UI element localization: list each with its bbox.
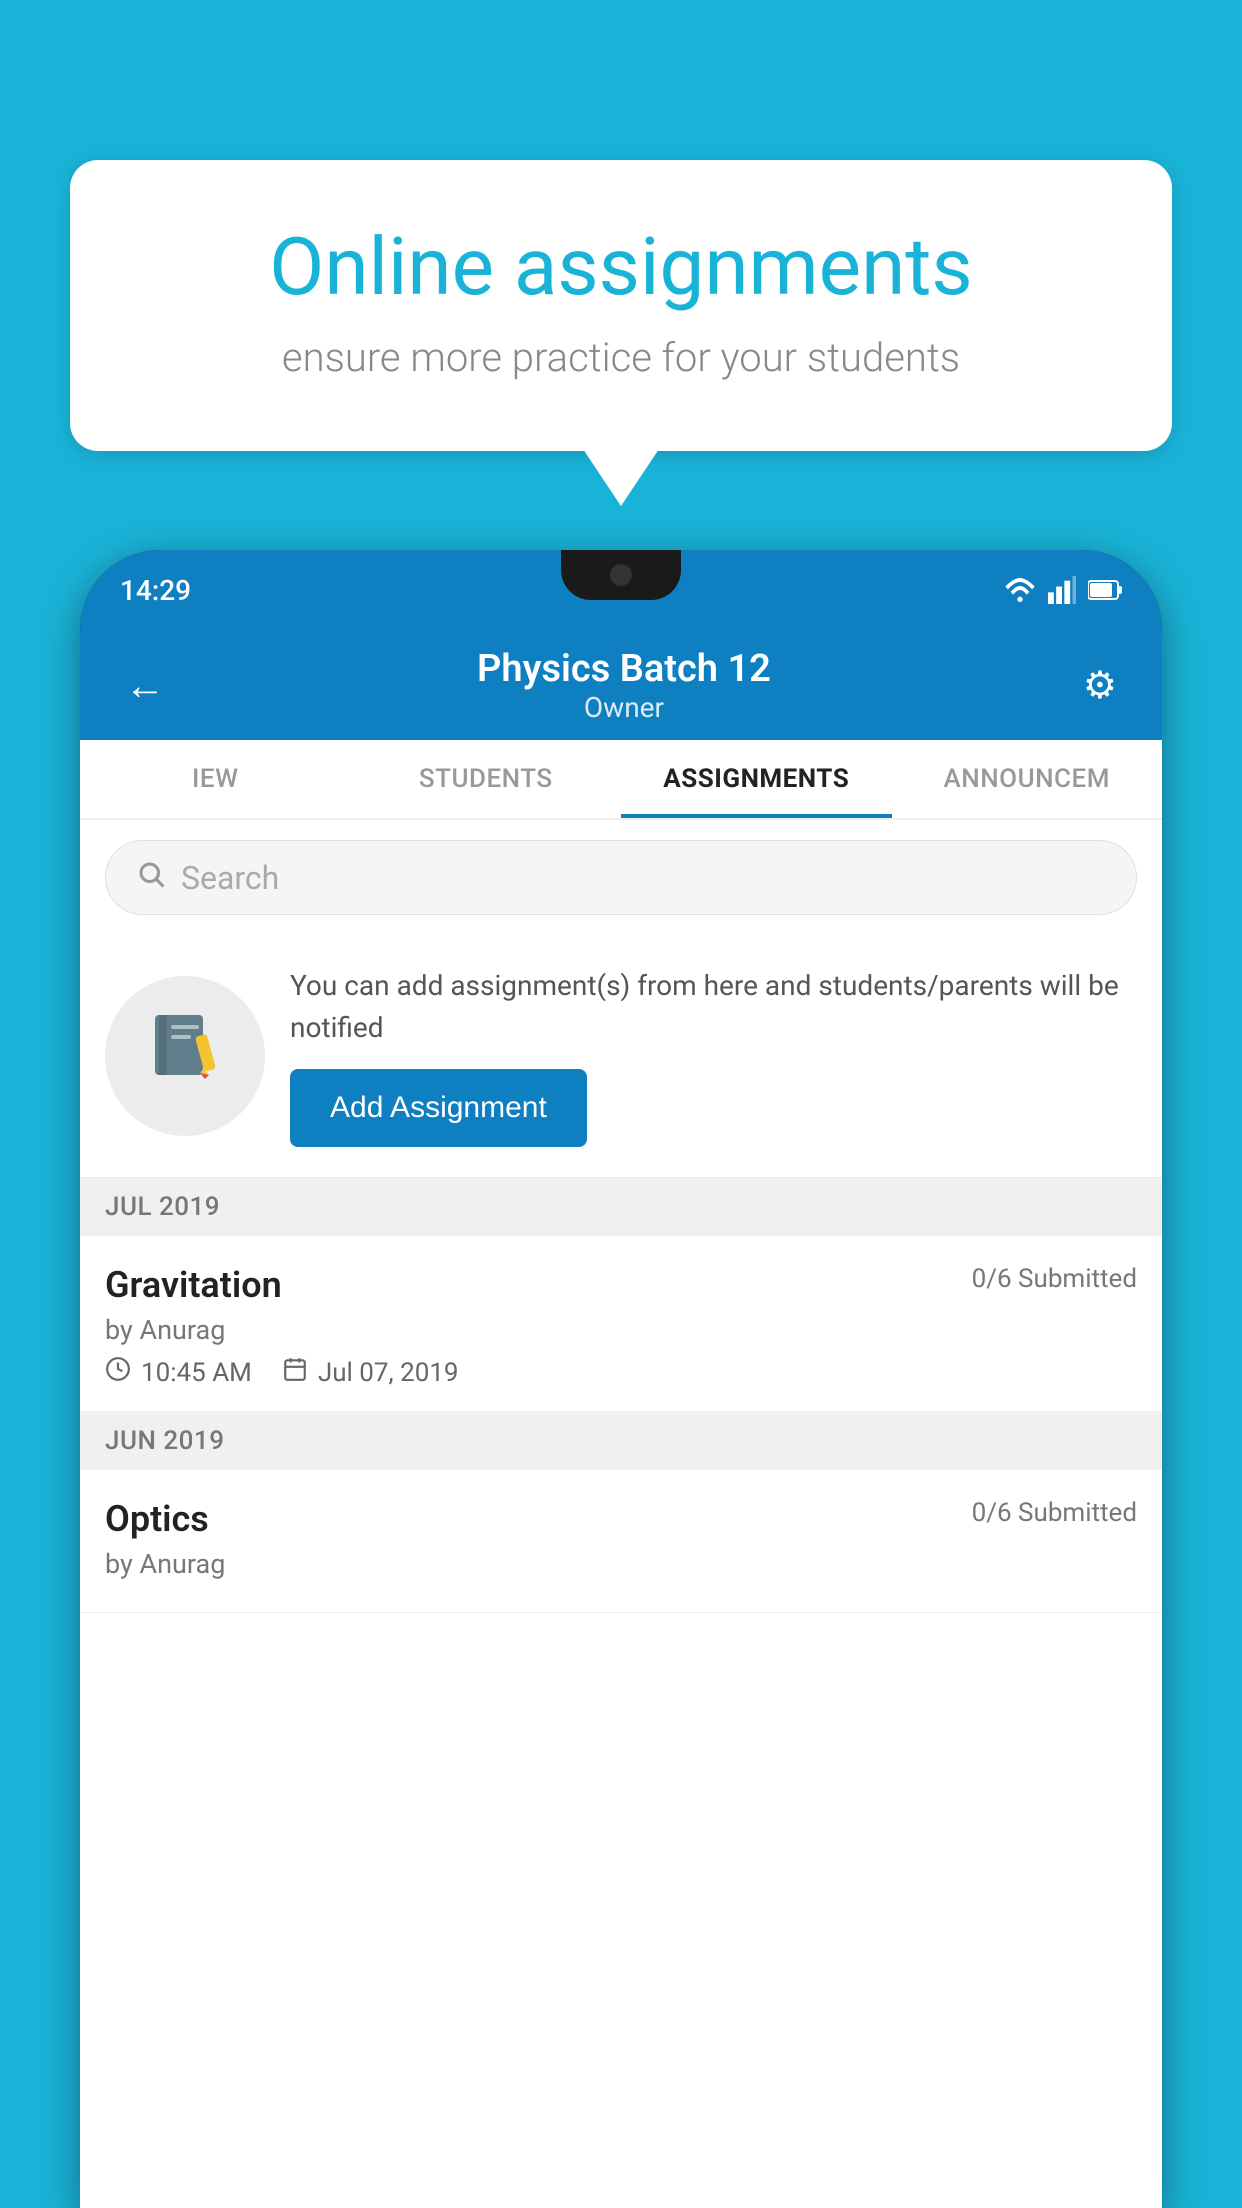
camera-dot [610, 564, 632, 586]
assignment-item-top: Gravitation 0/6 Submitted [105, 1264, 1137, 1306]
add-assignment-info: You can add assignment(s) from here and … [290, 965, 1137, 1147]
add-assignment-section: You can add assignment(s) from here and … [80, 935, 1162, 1178]
add-assignment-description: You can add assignment(s) from here and … [290, 965, 1137, 1049]
calendar-icon [282, 1356, 308, 1389]
speech-bubble: Online assignments ensure more practice … [70, 160, 1172, 451]
header-center: Physics Batch 12 Owner [477, 647, 771, 724]
header-title: Physics Batch 12 [477, 647, 771, 691]
status-icons [1004, 576, 1122, 604]
notch [561, 550, 681, 600]
assignment-notebook-icon [145, 1007, 225, 1105]
wifi-icon [1004, 576, 1036, 604]
assignment-by-optics: by Anurag [105, 1548, 1137, 1580]
phone-frame: 14:29 [80, 550, 1162, 2208]
assignment-submitted-optics: 0/6 Submitted [972, 1498, 1137, 1528]
speech-bubble-title: Online assignments [140, 220, 1102, 314]
search-placeholder: Search [181, 859, 279, 897]
assignment-name-optics: Optics [105, 1498, 209, 1540]
header-subtitle: Owner [477, 691, 771, 724]
tab-students[interactable]: STUDENTS [351, 740, 622, 818]
search-bar[interactable]: Search [105, 840, 1137, 915]
search-icon [136, 859, 166, 897]
phone-content: Search [80, 820, 1162, 2208]
back-button[interactable]: ← [115, 652, 175, 719]
assignment-by: by Anurag [105, 1314, 1137, 1346]
assignment-submitted: 0/6 Submitted [972, 1264, 1137, 1294]
settings-icon[interactable]: ⚙ [1073, 653, 1127, 718]
meta-date-value: Jul 07, 2019 [318, 1358, 459, 1388]
meta-time: 10:45 AM [105, 1356, 252, 1389]
signal-icon [1048, 576, 1076, 604]
add-assignment-button[interactable]: Add Assignment [290, 1069, 587, 1147]
tabs-bar: IEW STUDENTS ASSIGNMENTS ANNOUNCEM [80, 740, 1162, 820]
meta-time-value: 10:45 AM [141, 1358, 252, 1388]
tab-assignments[interactable]: ASSIGNMENTS [621, 740, 892, 818]
status-bar: 14:29 [80, 550, 1162, 630]
assignment-meta: 10:45 AM Jul 07, 2019 [105, 1356, 1137, 1389]
assignment-item-gravitation[interactable]: Gravitation 0/6 Submitted by Anurag 10:4… [80, 1236, 1162, 1412]
assignment-item-optics[interactable]: Optics 0/6 Submitted by Anurag [80, 1470, 1162, 1613]
clock-icon [105, 1356, 131, 1389]
section-label-jun: JUN 2019 [80, 1412, 1162, 1470]
speech-bubble-subtitle: ensure more practice for your students [140, 334, 1102, 381]
battery-icon [1088, 579, 1122, 601]
status-time: 14:29 [120, 574, 191, 607]
meta-date: Jul 07, 2019 [282, 1356, 459, 1389]
section-label-jul: JUL 2019 [80, 1178, 1162, 1236]
assignment-item-optics-top: Optics 0/6 Submitted [105, 1498, 1137, 1540]
speech-bubble-container: Online assignments ensure more practice … [70, 160, 1172, 451]
search-bar-container: Search [80, 820, 1162, 935]
tab-iew[interactable]: IEW [80, 740, 351, 818]
app-header: ← Physics Batch 12 Owner ⚙ [80, 630, 1162, 740]
tab-announcements[interactable]: ANNOUNCEM [892, 740, 1163, 818]
assignment-icon-circle [105, 976, 265, 1136]
assignment-name: Gravitation [105, 1264, 282, 1306]
